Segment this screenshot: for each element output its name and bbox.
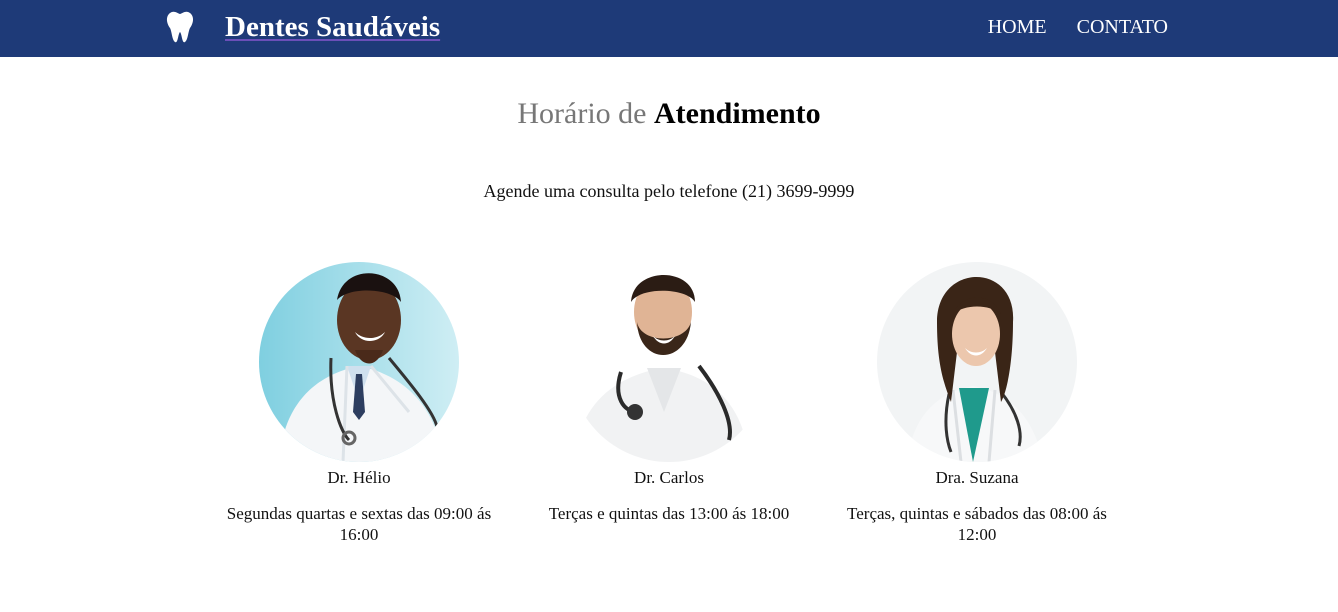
- main-nav: HOME CONTATO: [988, 15, 1168, 39]
- doctor-card-suzana: Dra. Suzana Terças, quintas e sábados da…: [827, 262, 1127, 545]
- doctor-card-carlos: Dr. Carlos Terças e quintas das 13:00 ás…: [519, 262, 819, 524]
- nav-contato-link[interactable]: CONTATO: [1077, 15, 1168, 39]
- page-title-light: Horário de: [517, 97, 647, 130]
- tooth-icon[interactable]: [164, 10, 196, 44]
- doctor-photo-helio: [259, 262, 459, 462]
- top-navbar: Dentes Saudáveis HOME CONTATO: [0, 0, 1338, 57]
- page-title-bold: Atendimento: [653, 97, 821, 130]
- doctor-photo-suzana: [877, 262, 1077, 462]
- doctor-hours: Segundas quartas e sextas das 09:00 ás 1…: [226, 504, 492, 544]
- doctor-name: Dr. Hélio: [327, 468, 391, 487]
- page-title: Horário de Atendimento: [0, 96, 1338, 132]
- doctor-card-helio: Dr. Hélio Segundas quartas e sextas das …: [209, 262, 509, 545]
- brand-title[interactable]: Dentes Saudáveis: [225, 9, 440, 45]
- nav-home-link[interactable]: HOME: [988, 15, 1047, 39]
- doctor-hours: Terças e quintas das 13:00 ás 18:00: [548, 504, 790, 523]
- doctor-hours: Terças, quintas e sábados das 08:00 ás 1…: [847, 504, 1107, 544]
- appointment-phone-text: Agende uma consulta pelo telefone (21) 3…: [483, 181, 855, 201]
- doctor-name: Dra. Suzana: [935, 468, 1019, 487]
- doctor-photo-carlos: [569, 262, 769, 462]
- doctor-name: Dr. Carlos: [634, 468, 704, 487]
